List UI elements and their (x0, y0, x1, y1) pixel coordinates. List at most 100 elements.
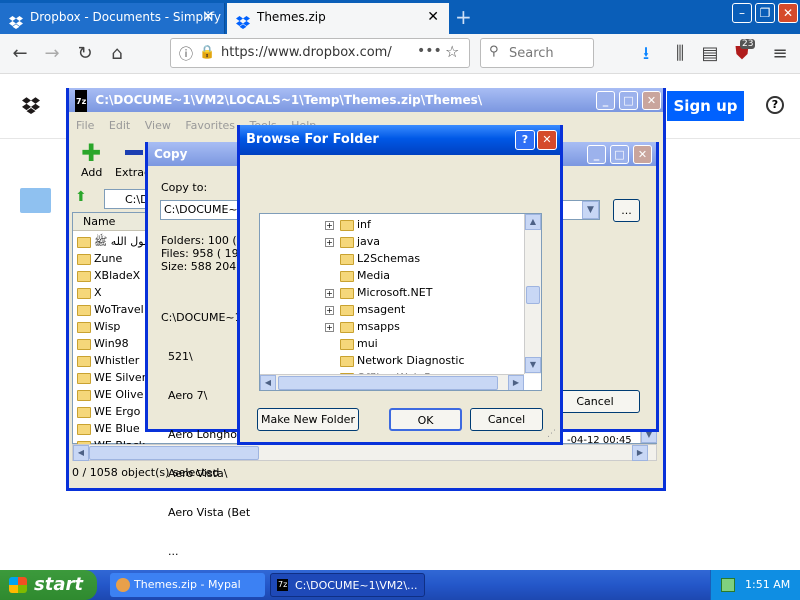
back-icon[interactable]: ← (8, 42, 32, 66)
help-button[interactable]: ? (515, 130, 535, 150)
help-icon[interactable]: ? (766, 96, 784, 114)
make-new-folder-button[interactable]: Make New Folder (257, 408, 359, 431)
menu-edit[interactable]: Edit (109, 119, 130, 132)
download-icon[interactable]: ⭳ (634, 42, 658, 66)
list-item[interactable]: X (77, 284, 153, 301)
scroll-right-icon[interactable]: ▶ (632, 445, 648, 461)
expand-icon[interactable]: + (325, 288, 334, 298)
home-icon[interactable]: ⌂ (105, 42, 129, 66)
url-bar[interactable]: ⓘ 🔒 https://www.dropbox.com/ ••• ☆ (170, 38, 470, 68)
dialog-titlebar[interactable]: Browse For Folder (240, 125, 560, 155)
browser-tab-bar: Dropbox - Documents - Simplify y ✕ Theme… (0, 0, 800, 34)
resize-grip-icon[interactable]: ⋰ (547, 429, 556, 439)
list-item[interactable]: WE Blue (77, 420, 153, 437)
tree-item-media[interactable]: Media (340, 267, 390, 284)
expand-icon[interactable]: + (325, 220, 334, 230)
close-icon[interactable]: ✕ (633, 145, 652, 164)
scroll-up-icon[interactable]: ▲ (525, 214, 541, 230)
chevron-down-icon[interactable]: ▼ (582, 201, 599, 219)
list-item[interactable]: WE Silver (77, 369, 153, 386)
cancel-button[interactable]: Cancel (470, 408, 543, 431)
reload-icon[interactable]: ↻ (73, 42, 97, 66)
close-icon[interactable]: ✕ (778, 3, 798, 23)
scroll-right-icon[interactable]: ▶ (508, 375, 524, 390)
new-tab-icon[interactable]: + (455, 3, 472, 31)
sidebar-icon[interactable]: ▤ (698, 42, 722, 66)
dropbox-logo-icon[interactable] (21, 96, 41, 117)
tree-item-java[interactable]: + java (325, 233, 380, 250)
list-item[interactable]: WE Ergo (77, 403, 153, 420)
tree-item-inf[interactable]: + inf (325, 216, 371, 233)
folder-icon (340, 253, 354, 265)
taskbar-item-sevenzip[interactable]: 7z C:\DOCUME~1\VM2\... (270, 573, 425, 597)
tree-item-mui[interactable]: mui (340, 335, 378, 352)
scroll-thumb[interactable] (278, 376, 498, 390)
cancel-button[interactable]: Cancel (550, 390, 640, 413)
horizontal-scrollbar[interactable]: ◀ ▶ (72, 444, 657, 461)
restore-icon[interactable]: ❐ (755, 3, 775, 23)
add-icon[interactable]: ✚ (81, 141, 101, 165)
star-icon[interactable]: ☆ (445, 42, 459, 61)
info-icon[interactable]: ⓘ (179, 44, 193, 64)
list-item[interactable]: XBladeX (77, 267, 153, 284)
folder-icon (77, 321, 91, 333)
scroll-thumb[interactable] (526, 286, 540, 304)
ok-button[interactable]: OK (389, 408, 462, 431)
folder-icon (77, 287, 91, 299)
scroll-down-icon[interactable]: ▼ (525, 357, 541, 373)
taskbar-item-mypal[interactable]: Themes.zip - Mypal (110, 573, 265, 597)
expand-icon[interactable]: + (325, 322, 334, 332)
list-item[interactable]: WE Olive (77, 386, 153, 403)
column-header-name[interactable]: Name (73, 213, 153, 231)
url-text[interactable]: https://www.dropbox.com/ (221, 45, 392, 60)
window-titlebar[interactable]: 7z C:\DOCUME~1\VM2\LOCALS~1\Temp\Themes.… (69, 88, 663, 112)
list-item[interactable]: Wisp (77, 318, 153, 335)
folder-icon[interactable] (20, 188, 51, 213)
list-item[interactable]: Whistler (77, 352, 153, 369)
extract-icon[interactable] (125, 150, 143, 155)
expand-icon[interactable]: + (325, 237, 334, 247)
list-item[interactable]: Zune (77, 250, 153, 267)
maximize-icon[interactable]: □ (619, 91, 638, 110)
tab-dropbox[interactable]: Dropbox - Documents - Simplify y ✕ (0, 3, 225, 34)
menu-view[interactable]: View (145, 119, 171, 132)
menu-file[interactable]: File (76, 119, 94, 132)
search-placeholder: Search (509, 46, 554, 61)
close-icon[interactable]: ✕ (537, 130, 557, 150)
minimize-icon[interactable]: _ (587, 145, 606, 164)
tree-item-msagent[interactable]: + msagent (325, 301, 405, 318)
tree-item-l2schemas[interactable]: L2Schemas (340, 250, 420, 267)
start-button[interactable]: start (0, 570, 97, 600)
vertical-scrollbar[interactable]: ▲ ▼ (524, 214, 541, 374)
minimize-icon[interactable]: – (732, 3, 752, 23)
folder-icon (340, 219, 354, 231)
close-icon[interactable]: ✕ (642, 91, 661, 110)
forward-icon[interactable]: → (40, 42, 64, 66)
list-item[interactable]: Win98 (77, 335, 153, 352)
clock[interactable]: 1:51 AM (745, 570, 790, 600)
expand-icon[interactable]: + (325, 305, 334, 315)
list-item[interactable]: WoTravel (77, 301, 153, 318)
close-tab-icon[interactable]: ✕ (202, 3, 214, 31)
up-folder-icon[interactable]: ⬆ (75, 189, 87, 205)
tree-item-msapps[interactable]: + msapps (325, 318, 400, 335)
tree-item-microsoft-net[interactable]: + Microsoft.NET (325, 284, 432, 301)
close-tab-icon[interactable]: ✕ (427, 3, 439, 31)
tab-themes-zip[interactable]: Themes.zip ✕ (227, 3, 449, 34)
tree-item-network-diagnostic[interactable]: Network Diagnostic (340, 352, 465, 369)
sign-up-button[interactable]: Sign up (667, 91, 744, 121)
search-bar[interactable]: ⚲ Search (480, 38, 594, 68)
minimize-icon[interactable]: _ (596, 91, 615, 110)
menu-favorites[interactable]: Favorites (185, 119, 235, 132)
add-button[interactable]: Add (81, 166, 102, 179)
scroll-left-icon[interactable]: ◀ (260, 375, 276, 390)
library-icon[interactable]: ⫼ (668, 42, 692, 66)
network-icon[interactable] (721, 578, 735, 592)
menu-icon[interactable]: ≡ (768, 42, 792, 66)
maximize-icon[interactable]: □ (610, 145, 629, 164)
browse-button[interactable]: ... (613, 199, 640, 222)
scroll-left-icon[interactable]: ◀ (73, 445, 89, 461)
horizontal-scrollbar[interactable]: ◀ ▶ (260, 374, 524, 390)
more-icon[interactable]: ••• (417, 43, 442, 59)
list-item[interactable]: رسول الله ﷺ (77, 233, 153, 250)
